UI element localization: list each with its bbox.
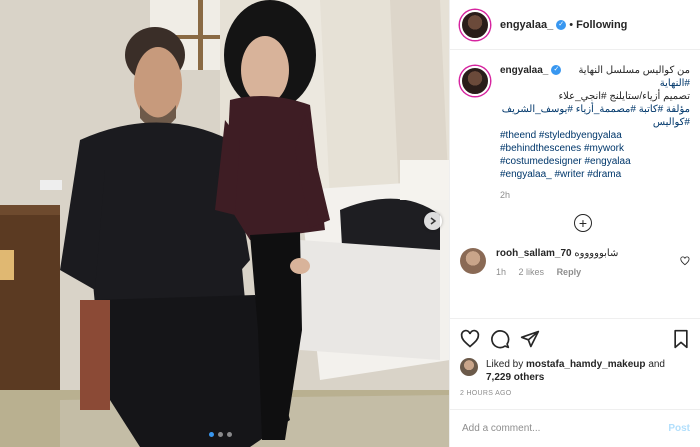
author-username[interactable]: engyalaa_ [500, 19, 553, 31]
caption-text-3: تصميم أزياء/ستايلنج #انجي_علاء [558, 91, 690, 102]
verified-badge-icon: ✓ [556, 19, 567, 30]
caption: engyalaa_ ✓ من كواليس مسلسل النهاية #الن… [460, 64, 690, 202]
caption-first-line: engyalaa_ ✓ من كواليس مسلسل النهاية [500, 64, 690, 77]
liked-by-prefix: Liked by [486, 359, 524, 370]
post-sidebar: engyalaa_ ✓ • Following engyalaa_ ✓ من ك… [449, 0, 700, 447]
comment-like-heart-icon[interactable] [680, 256, 690, 266]
add-comment-bar: Post [450, 409, 700, 447]
caption-text-9[interactable]: #engyalaa_ #writer #drama [500, 168, 690, 181]
verified-badge-icon: ✓ [551, 65, 562, 75]
carousel-dot-active [209, 432, 214, 437]
bookmark-icon[interactable] [672, 329, 690, 349]
caption-text-8[interactable]: #costumedesigner #engyalaa [500, 155, 690, 168]
reply-button[interactable]: Reply [557, 267, 582, 277]
caption-time: 2h [500, 190, 511, 200]
caption-text-5[interactable]: #كواليس [500, 116, 690, 129]
liker-avatar[interactable] [460, 358, 478, 376]
instagram-post: engyalaa_ ✓ • Following engyalaa_ ✓ من ك… [0, 0, 700, 447]
likes-others[interactable]: 7,229 others [486, 372, 544, 383]
load-more-comments-button[interactable]: + [574, 214, 592, 232]
likes-and: and [648, 359, 665, 370]
next-photo-button[interactable] [424, 212, 442, 230]
post-photo[interactable] [0, 0, 449, 447]
chevron-right-icon [430, 217, 437, 225]
caption-text-7[interactable]: #behindthescenes #mywork [500, 142, 690, 155]
comment-body: rooh_sallam_70 شابوووووه 1h 2 likes Repl… [496, 248, 668, 277]
photo-illustration [0, 0, 449, 447]
carousel-indicator [209, 432, 232, 437]
liker-username[interactable]: mostafa_hamdy_makeup [526, 359, 646, 370]
author-avatar[interactable] [460, 9, 490, 40]
carousel-dot [218, 432, 223, 437]
header-separator: • [569, 18, 574, 31]
likes-summary: Liked by mostafa_hamdy_makeup and 7,229 … [450, 358, 700, 384]
comment-time: 1h [496, 267, 507, 277]
likes-text: Liked by mostafa_hamdy_makeup and 7,229 … [486, 358, 690, 384]
post-header: engyalaa_ ✓ • Following [450, 0, 700, 50]
comment-meta: 1h 2 likes Reply [496, 267, 668, 277]
post-comment-button[interactable]: Post [668, 423, 690, 434]
comments-area: engyalaa_ ✓ من كواليس مسلسل النهاية #الن… [450, 50, 700, 318]
caption-text-1: من كواليس مسلسل النهاية [578, 65, 690, 76]
plus-icon: + [578, 215, 588, 231]
comment-line: rooh_sallam_70 شابوووووه [496, 248, 668, 259]
caption-text-4[interactable]: مؤلفة #كاتبة #مصممة_أزياء #يوسف_الشريف [500, 103, 690, 116]
caption-avatar[interactable] [460, 66, 490, 96]
commenter-username[interactable]: rooh_sallam_70 [496, 248, 572, 259]
comment-input[interactable] [460, 422, 669, 435]
carousel-dot [227, 432, 232, 437]
comment-likes[interactable]: 2 likes [519, 267, 545, 277]
commenter-avatar[interactable] [460, 248, 486, 274]
following-button[interactable]: Following [576, 19, 627, 31]
comment: rooh_sallam_70 شابوووووه 1h 2 likes Repl… [460, 248, 690, 277]
caption-text-2[interactable]: #النهاية [500, 77, 690, 90]
post-timestamp[interactable]: 2 HOURS AGO [450, 384, 700, 397]
caption-username[interactable]: engyalaa_ [500, 64, 548, 77]
comment-text: شابوووووه [574, 248, 619, 259]
caption-text-6[interactable]: #theend #styledbyengyalaa [500, 129, 690, 142]
comment-icon[interactable] [490, 329, 510, 349]
caption-body: engyalaa_ ✓ من كواليس مسلسل النهاية #الن… [500, 64, 690, 202]
heart-icon[interactable] [460, 329, 480, 349]
share-icon[interactable] [520, 329, 540, 349]
action-bar [450, 318, 700, 358]
